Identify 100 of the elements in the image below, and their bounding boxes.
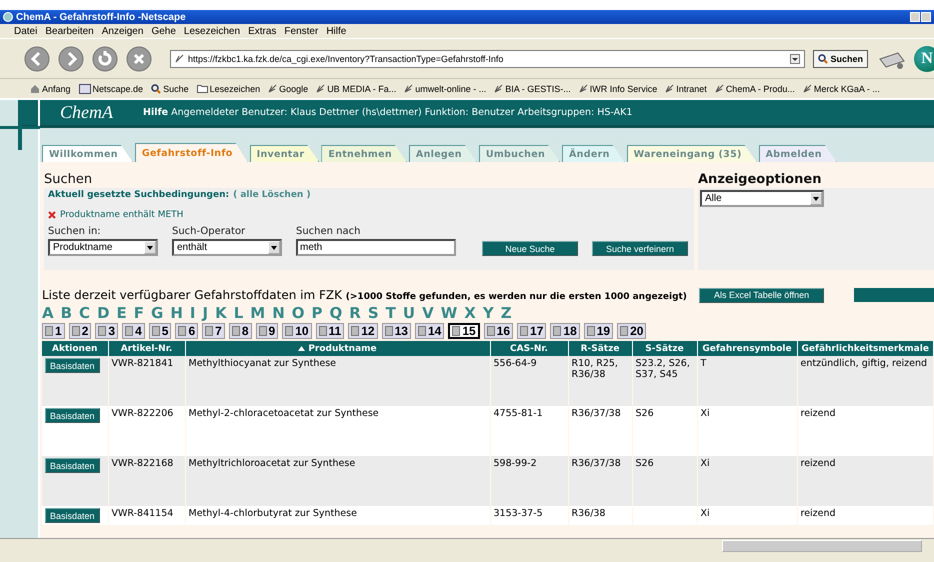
letter-link[interactable]: F — [134, 304, 144, 322]
page-button[interactable]: 13 — [382, 323, 411, 339]
letter-link[interactable]: U — [402, 304, 416, 322]
search-input[interactable]: meth — [296, 239, 456, 256]
menu-item[interactable]: Anzeigen — [102, 26, 144, 36]
letter-link[interactable]: Z — [500, 304, 512, 322]
tab[interactable]: Wareneingang (35) — [626, 145, 757, 162]
letter-link[interactable]: I — [190, 304, 196, 322]
bookmark-link[interactable]: ChemA - Produ... — [714, 84, 795, 94]
reload-icon[interactable] — [92, 46, 118, 72]
page-button[interactable]: 20 — [617, 323, 646, 339]
bookmark-link[interactable]: Google — [268, 84, 308, 94]
letter-link[interactable]: T — [386, 304, 396, 322]
horizontal-scrollbar[interactable] — [0, 538, 934, 552]
page-button[interactable]: 15 — [448, 323, 480, 339]
stop-icon[interactable] — [126, 46, 152, 72]
menu-item[interactable]: Extras — [248, 26, 276, 36]
page-button[interactable]: 7 — [202, 323, 225, 339]
letter-link[interactable]: O — [292, 304, 305, 322]
letter-link[interactable]: K — [215, 304, 227, 322]
search-button[interactable]: Suchen — [813, 50, 868, 68]
page-icon — [285, 326, 294, 336]
menu-item[interactable]: Gehe — [151, 26, 176, 36]
letter-link[interactable]: R — [349, 304, 361, 322]
letter-link[interactable]: B — [60, 304, 72, 322]
page-button[interactable]: 18 — [550, 323, 580, 339]
page-button[interactable]: 1 — [42, 323, 65, 339]
page-button[interactable]: 12 — [348, 323, 378, 339]
bookmark-link[interactable]: IWR Info Service — [578, 84, 658, 94]
select-field[interactable]: Produktname — [48, 239, 158, 256]
letter-link[interactable]: W — [440, 304, 458, 322]
back-icon[interactable] — [24, 46, 50, 72]
excel-button[interactable]: Als Excel Tabelle öffnen — [698, 288, 824, 302]
menu-item[interactable]: Bearbeiten — [45, 26, 94, 36]
menu-item[interactable]: Fenster — [284, 26, 318, 36]
letter-link[interactable]: P — [312, 304, 323, 322]
letter-link[interactable]: V — [422, 304, 434, 322]
page-button[interactable]: 11 — [316, 323, 344, 339]
bookmark-link[interactable]: UB MEDIA - Fa... — [316, 84, 396, 94]
letter-link[interactable]: G — [151, 304, 164, 322]
letter-link[interactable]: N — [272, 304, 285, 322]
column-header[interactable]: Artikel-Nr. — [108, 341, 185, 356]
dropdown-icon[interactable] — [790, 54, 800, 64]
column-header[interactable]: CAS-Nr. — [490, 341, 568, 356]
new-search-button[interactable]: Neue Suche — [482, 241, 578, 256]
column-header[interactable]: Gefahrensymbole — [697, 341, 797, 356]
letter-link[interactable]: Q — [330, 304, 342, 322]
page-button[interactable]: 10 — [282, 323, 312, 339]
menu-item[interactable]: Hilfe — [326, 26, 346, 36]
display-select[interactable]: Alle — [700, 190, 824, 207]
bookmark-link[interactable]: Merck KGaA - ... — [802, 84, 880, 94]
page-button[interactable]: 16 — [484, 323, 514, 339]
bookmark-link[interactable]: BIA - GESTIS-... — [494, 84, 571, 94]
refine-search-button[interactable]: Suche verfeinern — [592, 241, 688, 256]
column-header[interactable]: Gefährlichkeitsmerkmale — [797, 341, 934, 356]
column-header[interactable]: Produktname — [185, 341, 490, 356]
bookmark-link[interactable]: Intranet — [665, 84, 707, 94]
letter-link[interactable]: M — [250, 304, 266, 322]
column-header[interactable]: R-Sätze — [568, 341, 632, 356]
page-button[interactable]: 19 — [584, 323, 614, 339]
menu-item[interactable]: Datei — [14, 26, 38, 36]
tab[interactable]: Willkommen — [42, 145, 133, 162]
page-button[interactable]: 14 — [414, 323, 444, 339]
letter-link[interactable]: A — [42, 304, 54, 322]
bookmark-link[interactable]: Netscape.de — [78, 84, 144, 94]
letter-link[interactable]: E — [116, 304, 127, 322]
page-button[interactable]: 5 — [148, 323, 172, 339]
tab[interactable]: Inventar — [250, 145, 320, 162]
page-button[interactable]: 17 — [517, 323, 546, 339]
bookmark-link[interactable]: Suche — [151, 84, 189, 94]
letter-link[interactable]: C — [79, 304, 90, 322]
forward-icon[interactable] — [58, 46, 84, 72]
details-button[interactable]: Basisdaten — [45, 458, 100, 473]
letter-link[interactable]: L — [234, 304, 244, 322]
remove-icon[interactable] — [48, 211, 56, 219]
page-button[interactable]: 3 — [95, 323, 118, 339]
letter-link[interactable]: S — [368, 304, 379, 322]
page-button[interactable]: 9 — [256, 323, 278, 339]
bookmark-link[interactable]: umwelt-online - ... — [404, 84, 486, 94]
bookmark-link[interactable]: Lesezeichen — [196, 84, 260, 94]
letter-link[interactable]: X — [464, 304, 476, 322]
column-header[interactable]: S-Sätze — [632, 341, 697, 356]
letter-link[interactable]: D — [97, 304, 110, 322]
page-button[interactable]: 6 — [175, 323, 198, 339]
column-header[interactable]: Aktionen — [42, 341, 108, 356]
bookmark-icon — [175, 54, 184, 63]
page-button[interactable]: 8 — [228, 323, 252, 339]
page-button[interactable]: 2 — [68, 323, 92, 339]
details-button[interactable]: Basisdaten — [45, 508, 100, 523]
hazard-symbol: T — [700, 358, 706, 369]
letter-link[interactable]: J — [202, 304, 208, 322]
letter-link[interactable]: H — [170, 304, 183, 322]
url-field[interactable]: https://fzkbc1.ka.fzk.de/ca_cgi.exe/Inventory?TransactionType=Gefahrstoff-Info — [170, 50, 806, 68]
page-button[interactable]: 4 — [122, 323, 145, 339]
select-field[interactable]: enthält — [172, 239, 282, 256]
bookmark-link[interactable]: Anfang — [30, 84, 71, 94]
letter-link[interactable]: Y — [482, 304, 494, 322]
details-button[interactable]: Basisdaten — [45, 358, 100, 373]
menu-item[interactable]: Lesezeichen — [184, 26, 240, 36]
details-button[interactable]: Basisdaten — [45, 408, 100, 423]
